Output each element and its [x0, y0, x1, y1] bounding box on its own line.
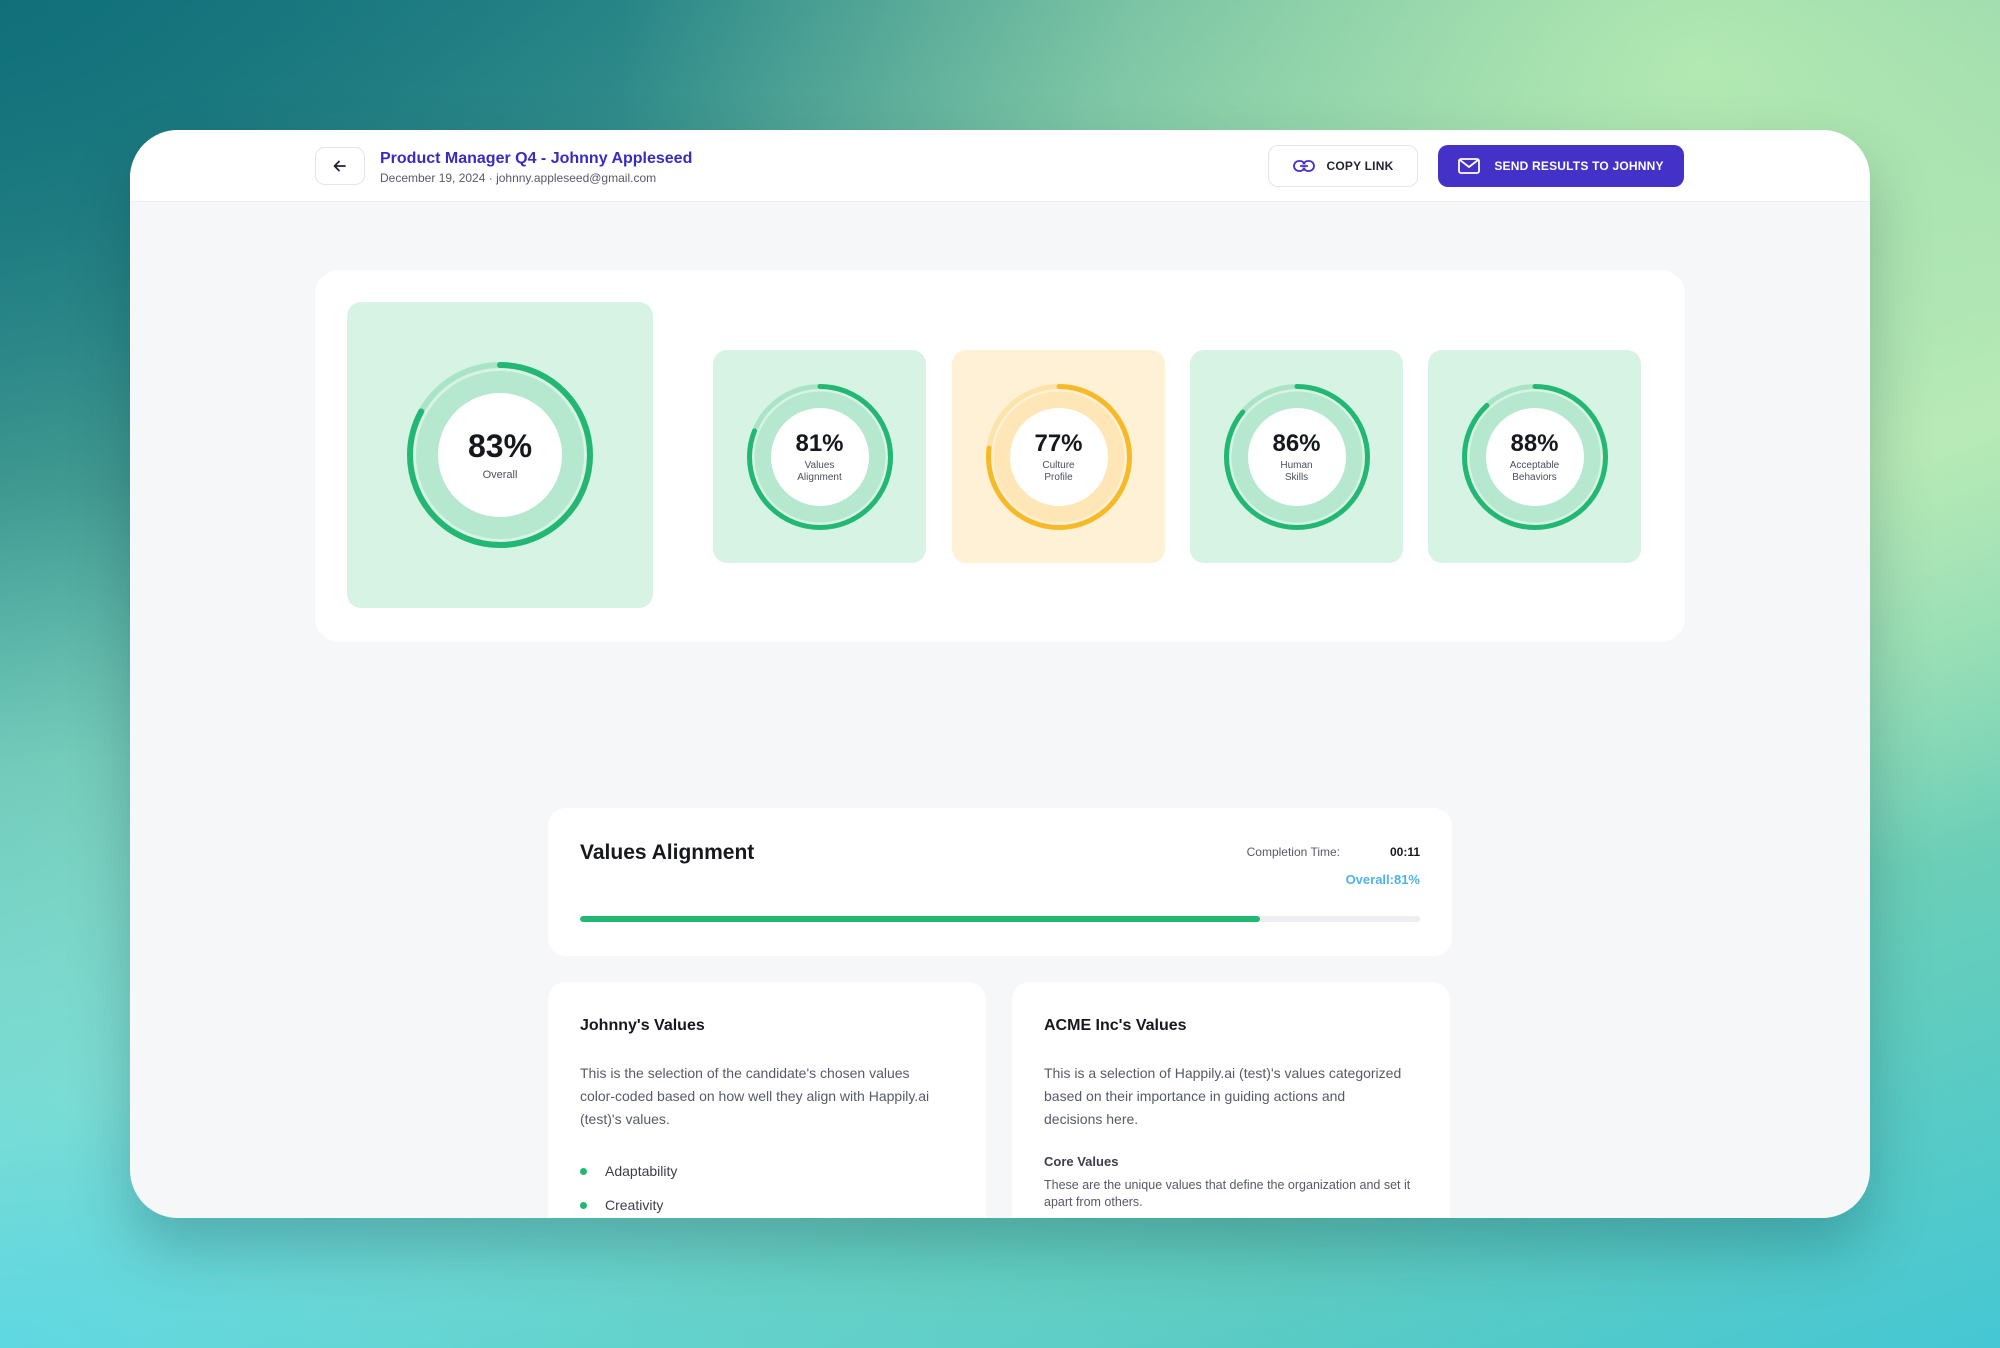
- bullet-dot-icon: [580, 1167, 587, 1175]
- company-values-description: This is a selection of Happily.ai (test)…: [1044, 1065, 1402, 1127]
- culture-profile-ring: 77% Culture Profile: [985, 383, 1133, 531]
- acceptable-behaviors-ring: 88% Acceptable Behaviors: [1461, 383, 1609, 531]
- overall-score-card[interactable]: 83% Overall: [347, 302, 653, 608]
- core-values-description: These are the unique values that define …: [1044, 1178, 1411, 1209]
- send-results-button[interactable]: SEND RESULTS TO JOHNNY: [1438, 145, 1684, 187]
- acceptable-behaviors-center: 88% Acceptable Behaviors: [1485, 407, 1584, 506]
- overall-score-value: 83%: [467, 428, 533, 465]
- values-alignment-ring: 81% Values Alignment: [746, 383, 894, 531]
- human-skills-label: Human Skills: [1280, 460, 1313, 483]
- overall-score-ring: 83% Overall: [406, 361, 594, 549]
- culture-profile-center: 77% Culture Profile: [1009, 407, 1108, 506]
- overall-score-text: Overall:81%: [1345, 872, 1420, 887]
- culture-profile-card[interactable]: 77% Culture Profile: [952, 350, 1165, 563]
- send-results-label: SEND RESULTS TO JOHNNY: [1494, 159, 1664, 173]
- values-alignment-progress-track: [580, 916, 1420, 922]
- values-alignment-title: Values Alignment: [580, 841, 755, 864]
- arrow-left-icon: [333, 160, 346, 172]
- link-icon: [1292, 160, 1315, 172]
- values-alignment-center: 81% Values Alignment: [770, 407, 869, 506]
- values-alignment-value: 81%: [795, 430, 844, 457]
- acceptable-behaviors-value: 88%: [1510, 430, 1559, 457]
- value-item-label: Creativity: [605, 1197, 664, 1213]
- culture-profile-value: 77%: [1034, 430, 1083, 457]
- completion-time-label: Completion Time:: [1246, 845, 1340, 859]
- values-alignment-card[interactable]: 81% Values Alignment: [713, 350, 926, 563]
- human-skills-value: 86%: [1272, 430, 1321, 457]
- page-subtitle: December 19, 2024 · johnny.appleseed@gma…: [380, 171, 657, 185]
- acceptable-behaviors-label: Acceptable Behaviors: [1509, 460, 1560, 483]
- overall-score-center: 83% Overall: [438, 393, 562, 517]
- acceptable-behaviors-card[interactable]: 88% Acceptable Behaviors: [1428, 350, 1641, 563]
- values-alignment-panel: Values Alignment Completion Time: 00:11 …: [548, 808, 1452, 956]
- copy-link-button[interactable]: COPY LINK: [1268, 145, 1418, 187]
- value-item-label: Adaptability: [605, 1163, 678, 1179]
- list-item: Creativity: [580, 1188, 677, 1218]
- overall-score-label: Overall: [482, 469, 518, 482]
- company-values-title: ACME Inc's Values: [1044, 1017, 1187, 1034]
- candidate-values-card: Johnny's Values This is the selection of…: [548, 982, 986, 1218]
- list-item: Adaptability: [580, 1154, 677, 1188]
- core-values-title: Core Values: [1044, 1154, 1119, 1169]
- company-values-card: ACME Inc's Values This is a selection of…: [1012, 982, 1450, 1218]
- human-skills-center: 86% Human Skills: [1247, 407, 1346, 506]
- score-summary-panel: 83% Overall 81% Values Alignment 77% Cul…: [315, 270, 1685, 642]
- candidate-values-description: This is the selection of the candidate's…: [580, 1065, 930, 1127]
- culture-profile-label: Culture Profile: [1042, 460, 1075, 483]
- app-window: Product Manager Q4 - Johnny Appleseed De…: [130, 130, 1870, 1218]
- page-title: Product Manager Q4 - Johnny Appleseed: [380, 150, 693, 167]
- candidate-values-title: Johnny's Values: [580, 1017, 705, 1034]
- candidate-values-list: Adaptability Creativity: [580, 1154, 677, 1218]
- bullet-dot-icon: [580, 1201, 587, 1209]
- mail-icon: [1458, 158, 1481, 174]
- completion-time-value: 00:11: [1389, 845, 1420, 859]
- human-skills-ring: 86% Human Skills: [1223, 383, 1371, 531]
- back-button[interactable]: [315, 147, 365, 185]
- top-bar: Product Manager Q4 - Johnny Appleseed De…: [130, 130, 1870, 202]
- human-skills-card[interactable]: 86% Human Skills: [1190, 350, 1403, 563]
- copy-link-label: COPY LINK: [1326, 159, 1394, 173]
- values-alignment-label: Values Alignment: [797, 460, 842, 483]
- values-alignment-progress-fill: [580, 916, 1261, 922]
